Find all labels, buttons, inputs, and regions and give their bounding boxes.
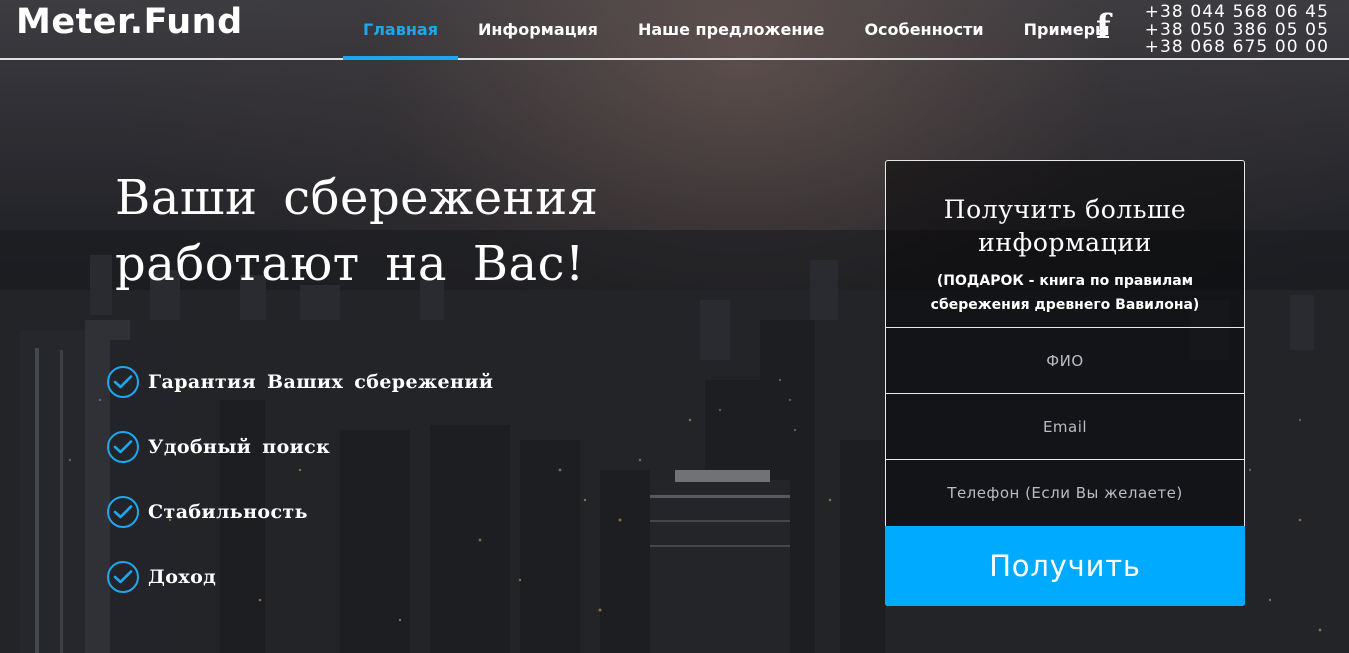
main-nav: Главная Информация Наше предложение Особ…: [343, 0, 1130, 60]
name-field[interactable]: [886, 327, 1244, 393]
form-subtitle-line: сбережения древнего Вавилона): [930, 297, 1200, 313]
facebook-icon[interactable]: f: [1096, 10, 1116, 44]
form-title: Получить больше информации: [886, 193, 1244, 259]
feature-label: Гарантия Ваших сбережений: [148, 371, 494, 393]
nav-item-info[interactable]: Информация: [458, 0, 618, 58]
phone-number[interactable]: +38 044 568 06 45: [1145, 3, 1329, 22]
feature-list: Гарантия Ваших сбережений Удобный поиск …: [107, 366, 493, 626]
email-field[interactable]: [886, 393, 1244, 459]
feature-item: Доход: [107, 561, 493, 593]
check-circle-icon: [107, 496, 139, 528]
form-title-line: информации: [978, 228, 1152, 257]
form-fields: [886, 327, 1244, 525]
hero-title-line: Ваши сбережения: [115, 170, 599, 226]
check-circle-icon: [107, 561, 139, 593]
check-circle-icon: [107, 366, 139, 398]
phone-list: +38 044 568 06 45 +38 050 386 05 05 +38 …: [1145, 3, 1329, 57]
nav-item-home[interactable]: Главная: [343, 0, 458, 60]
feature-item: Стабильность: [107, 496, 493, 528]
check-circle-icon: [107, 431, 139, 463]
phone-number[interactable]: +38 068 675 00 00: [1145, 38, 1329, 57]
top-header: Meter.Fund Главная Информация Наше предл…: [0, 0, 1349, 60]
lead-form: Получить больше информации (ПОДАРОК - кн…: [885, 160, 1245, 606]
phone-field[interactable]: [886, 459, 1244, 525]
form-subtitle: (ПОДАРОК - книга по правилам сбережения …: [886, 269, 1244, 317]
feature-label: Удобный поиск: [148, 436, 331, 458]
form-title-line: Получить больше: [943, 195, 1187, 224]
nav-item-features[interactable]: Особенности: [844, 0, 1003, 58]
form-subtitle-line: (ПОДАРОК - книга по правилам: [936, 273, 1194, 289]
hero-title-line: работают на Вас!: [115, 236, 585, 292]
submit-button[interactable]: Получить: [885, 526, 1245, 606]
hero-title: Ваши сбережения работают на Вас!: [115, 165, 635, 297]
feature-label: Доход: [148, 566, 217, 588]
feature-item: Удобный поиск: [107, 431, 493, 463]
feature-item: Гарантия Ваших сбережений: [107, 366, 493, 398]
site-logo[interactable]: Meter.Fund: [16, 2, 243, 42]
nav-item-offer[interactable]: Наше предложение: [618, 0, 844, 58]
feature-label: Стабильность: [148, 501, 308, 523]
